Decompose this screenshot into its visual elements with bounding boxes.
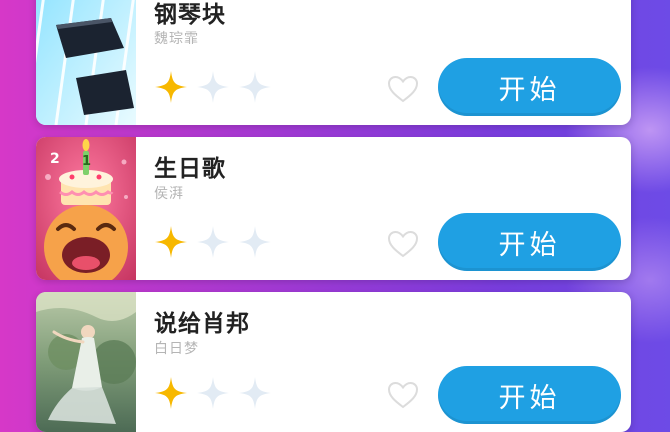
song-cover-birthday: 2 1 [36, 137, 136, 280]
song-artist: 白日梦 [154, 341, 199, 357]
heart-icon[interactable] [386, 378, 420, 412]
song-artist: 魏琮霏 [154, 31, 199, 47]
rating-stars [154, 70, 272, 104]
song-artist: 侯湃 [154, 186, 184, 202]
heart-icon[interactable] [386, 72, 420, 106]
rating-stars [154, 376, 272, 410]
rating-stars [154, 225, 272, 259]
empty-star-icon [197, 226, 229, 258]
empty-star-icon [239, 226, 271, 258]
star-icon [155, 226, 187, 258]
candle-number: 1 [82, 154, 92, 169]
cake-badge-number: 2 [50, 151, 60, 167]
start-button[interactable]: 开始 [438, 213, 621, 271]
star-icon [155, 377, 187, 409]
song-title: 生日歌 [154, 156, 226, 182]
empty-star-icon [197, 377, 229, 409]
start-button[interactable]: 开始 [438, 58, 621, 116]
heart-icon[interactable] [386, 227, 420, 261]
song-title: 说给肖邦 [154, 311, 250, 337]
song-title: 钢琴块 [154, 2, 226, 28]
start-button[interactable]: 开始 [438, 366, 621, 424]
song-card-piano-tiles[interactable]: 钢琴块 魏琮霏 开始 [36, 0, 631, 125]
empty-star-icon [197, 71, 229, 103]
empty-star-icon [239, 377, 271, 409]
song-card-birthday[interactable]: 2 1 生日歌 侯湃 开始 [36, 137, 631, 280]
song-cover-chopin [36, 292, 136, 432]
song-cover-piano-tiles [36, 0, 136, 125]
star-icon [155, 71, 187, 103]
empty-star-icon [239, 71, 271, 103]
song-card-chopin[interactable]: 说给肖邦 白日梦 开始 [36, 292, 631, 432]
